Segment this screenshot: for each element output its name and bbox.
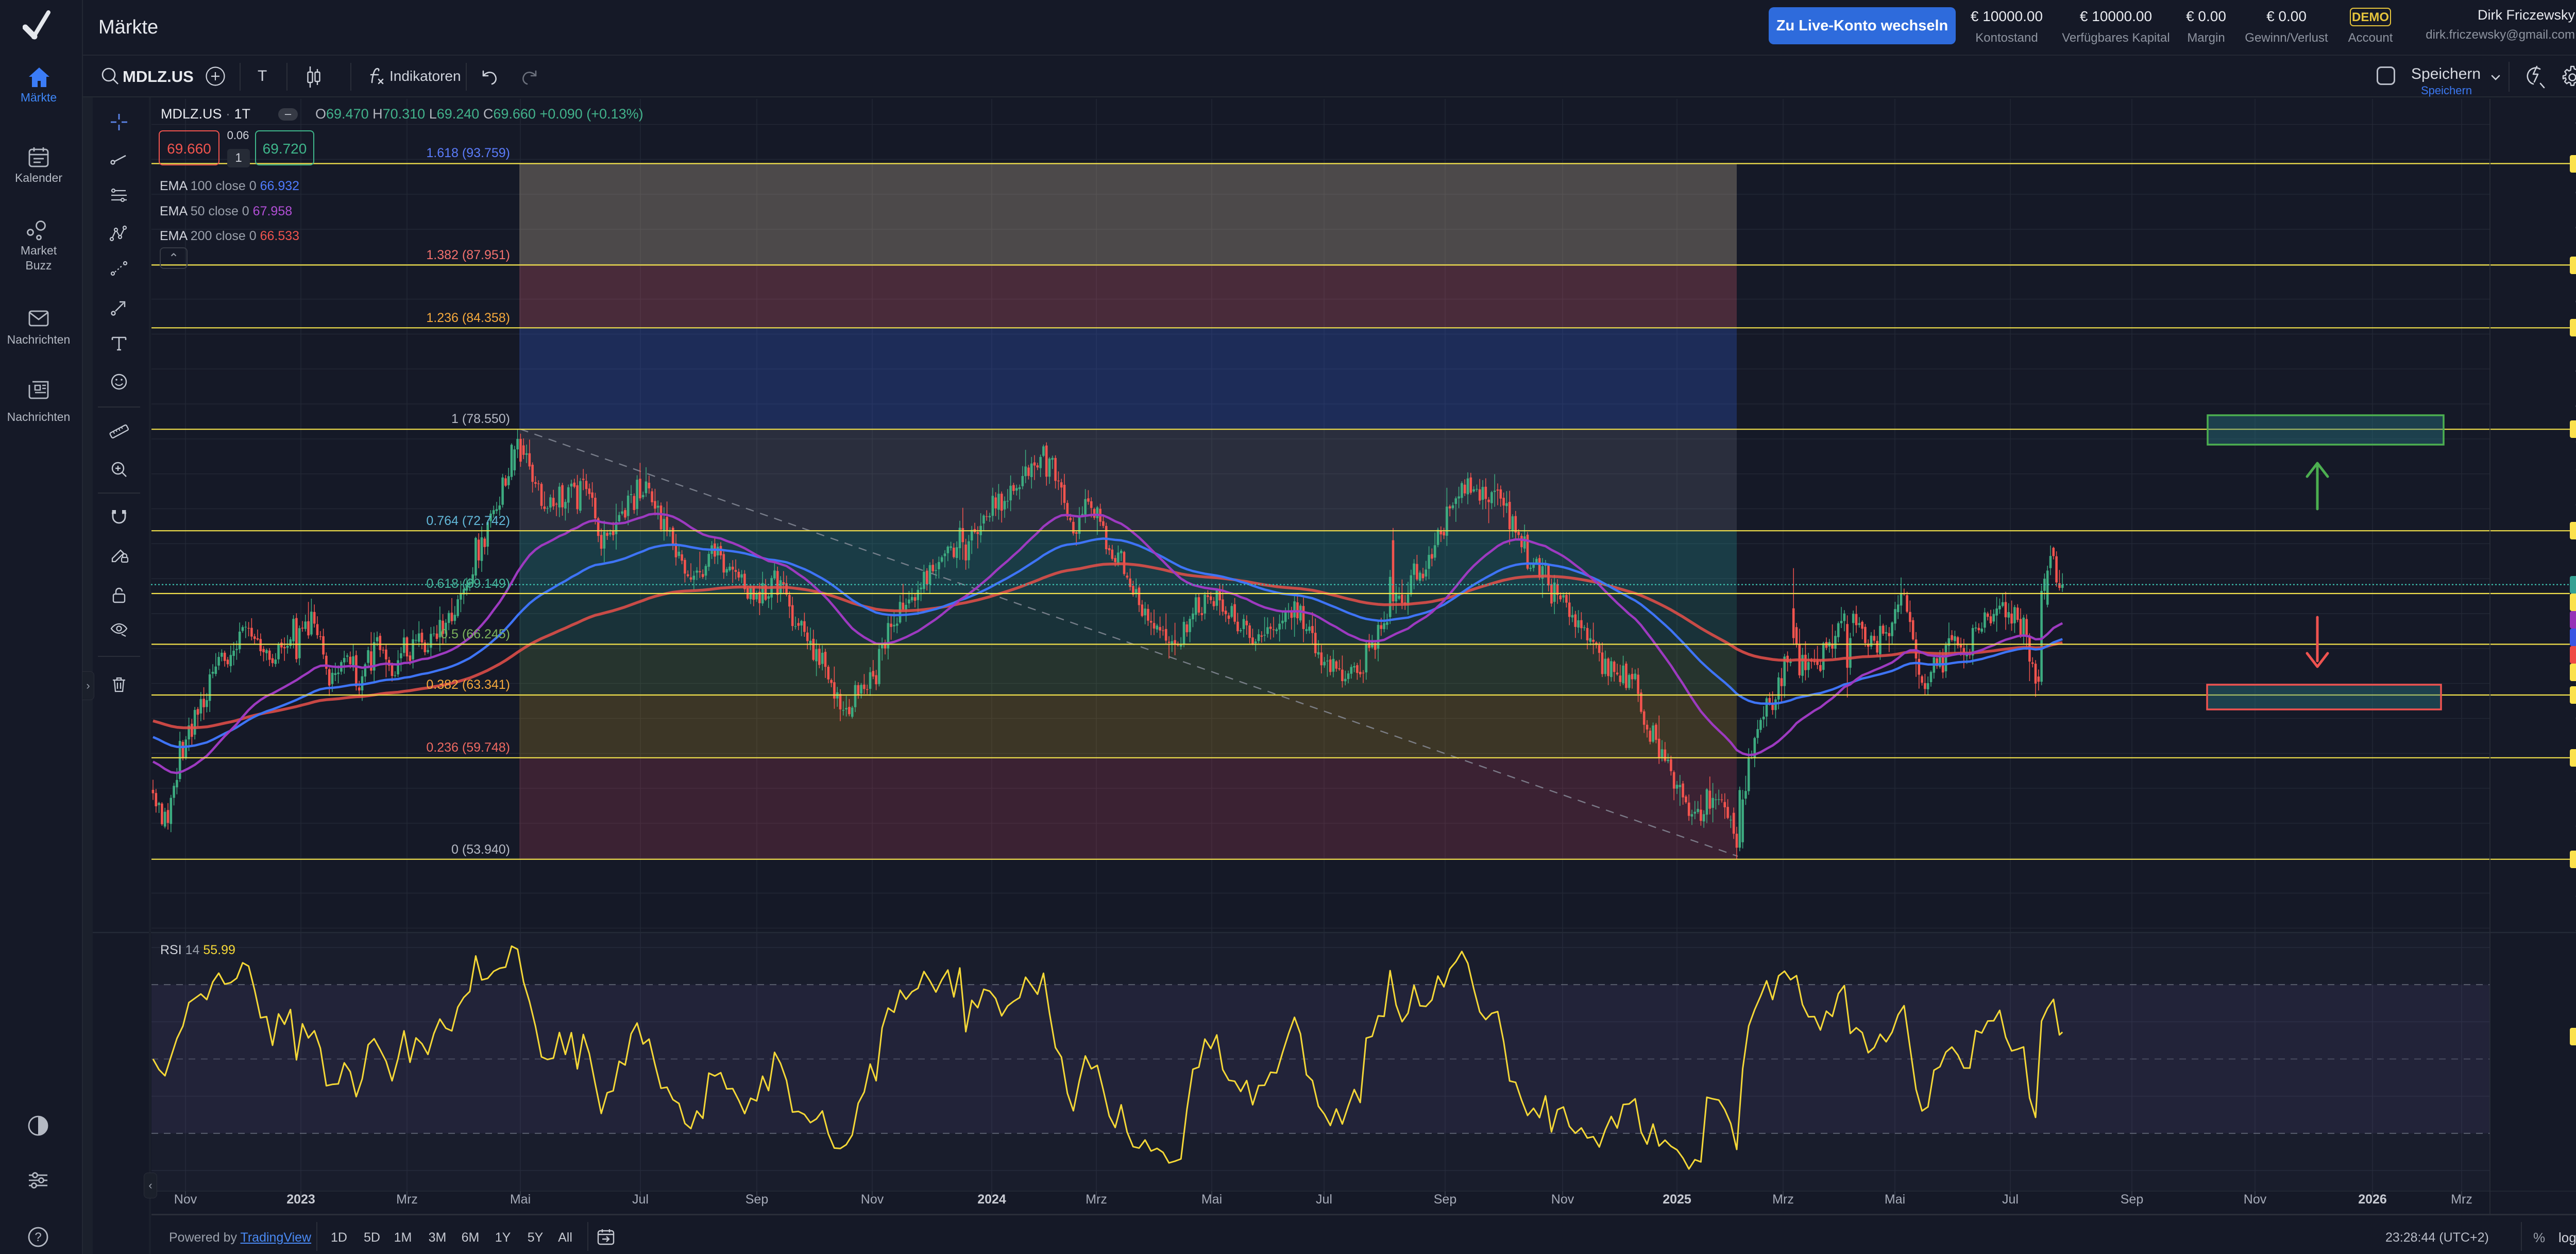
svg-text:?: ? xyxy=(35,1230,41,1244)
